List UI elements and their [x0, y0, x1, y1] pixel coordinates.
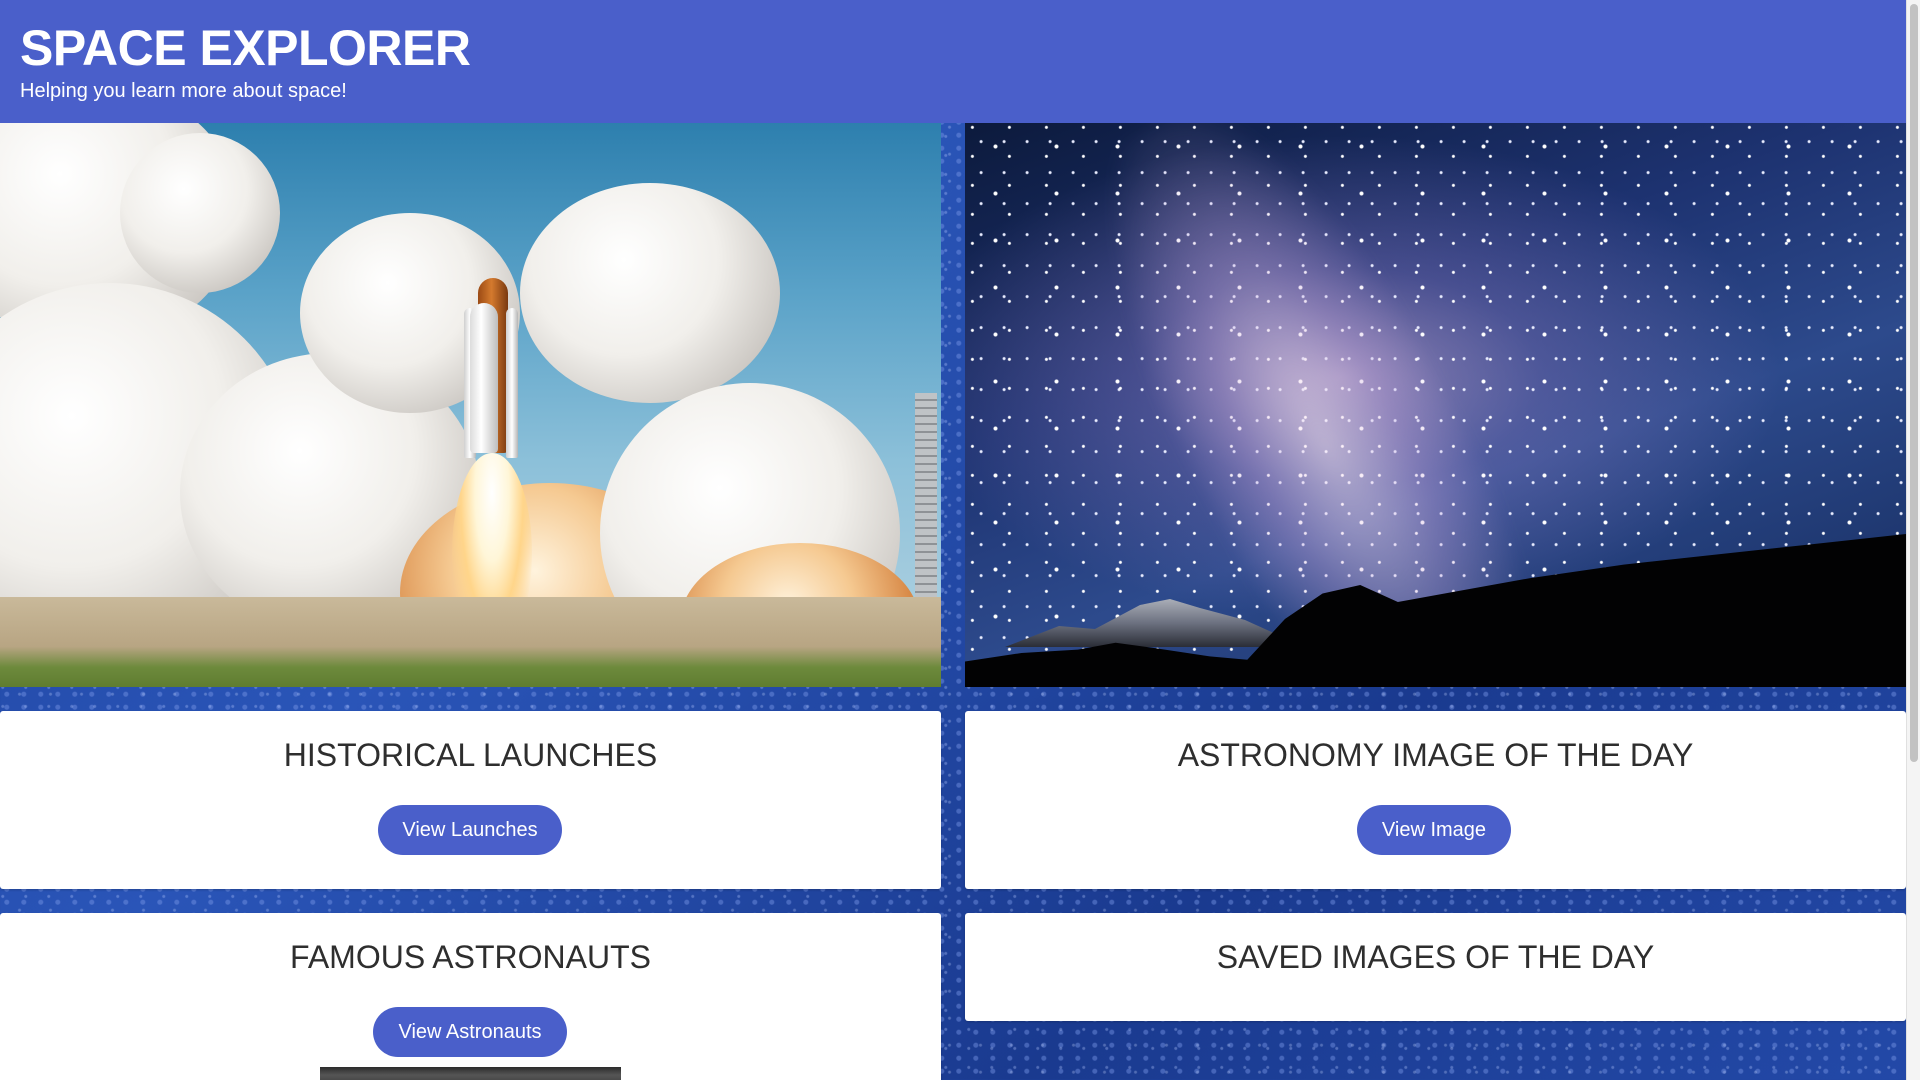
saved-images-title: SAVED IMAGES OF THE DAY	[1216, 939, 1655, 975]
saved-images-card: SAVED IMAGES OF THE DAY	[965, 913, 1906, 1021]
astronaut-image	[320, 1067, 621, 1080]
app-header: SPACE EXPLORER Helping you learn more ab…	[0, 0, 1906, 123]
page: SPACE EXPLORER Helping you learn more ab…	[0, 0, 1906, 1080]
smoke-cloud	[520, 183, 780, 403]
famous-astronauts-card: FAMOUS ASTRONAUTS View Astronauts	[0, 913, 941, 1080]
site-subtitle: Helping you learn more about space!	[20, 80, 347, 102]
rocket-booster	[506, 308, 518, 458]
historical-launches-title: HISTORICAL LAUNCHES	[283, 737, 658, 773]
astronomy-image-title: ASTRONOMY IMAGE OF THE DAY	[1177, 737, 1694, 773]
shuttle-orbiter	[470, 303, 498, 453]
shuttle-launch-image	[0, 123, 941, 687]
view-image-button[interactable]: View Image	[1357, 805, 1511, 855]
historical-launches-card: HISTORICAL LAUNCHES View Launches	[0, 711, 941, 889]
scrollbar-thumb[interactable]	[1910, 4, 1918, 762]
vertical-scrollbar[interactable]	[1906, 0, 1920, 1080]
smoke-cloud	[120, 133, 280, 293]
milky-way-image	[965, 123, 1906, 687]
launch-pad-ground	[0, 597, 941, 687]
famous-astronauts-title: FAMOUS ASTRONAUTS	[290, 939, 651, 975]
site-title: SPACE EXPLORER	[20, 20, 471, 76]
astronomy-image-of-the-day-card: ASTRONOMY IMAGE OF THE DAY View Image	[965, 711, 1906, 889]
view-astronauts-button[interactable]: View Astronauts	[373, 1007, 567, 1057]
view-launches-button[interactable]: View Launches	[378, 805, 562, 855]
